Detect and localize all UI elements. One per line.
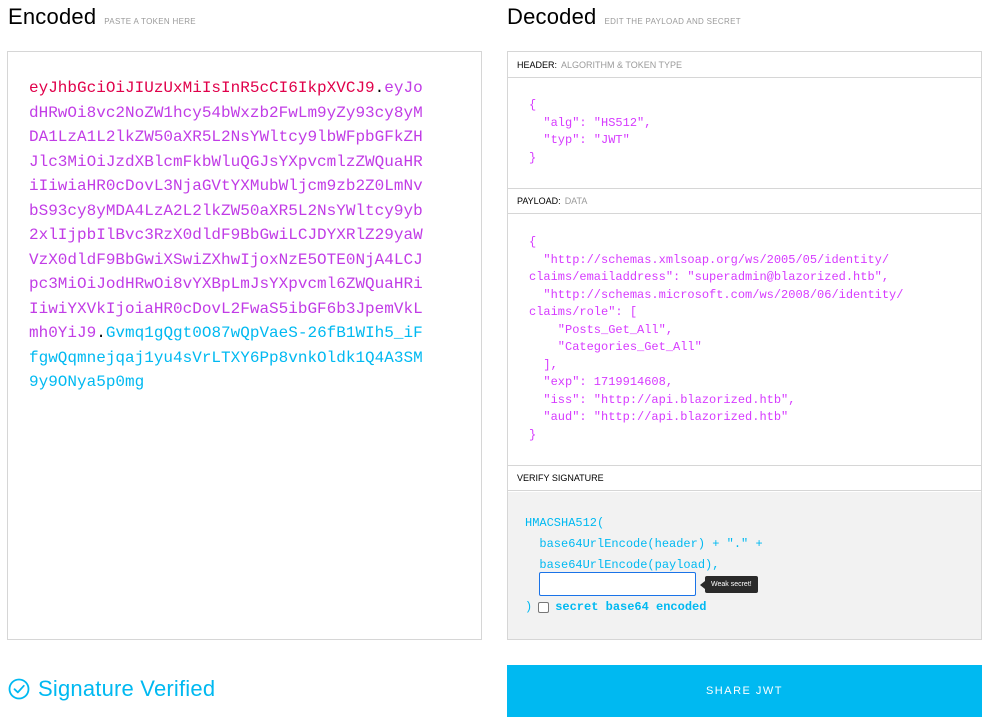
decoded-title: Decoded [507, 4, 597, 29]
base64-label: secret base64 encoded [555, 600, 707, 614]
token-dot: . [96, 324, 106, 342]
verify-section-label: VERIFY SIGNATURE [517, 473, 604, 483]
token-dot: . [374, 79, 385, 97]
encoded-token-editor[interactable]: eyJhbGciOiJIUzUxMiIsInR5cCI6IkpXVCJ9.eyJ… [7, 51, 482, 640]
verify-signature-area: HMACSHA512( base64UrlEncode(header) + ".… [508, 492, 981, 639]
check-circle-icon [8, 678, 30, 700]
encoded-title: Encoded [8, 4, 97, 29]
signature-status-text: Signature Verified [38, 676, 216, 701]
secret-input[interactable] [539, 572, 696, 596]
decoded-title-row: Decoded EDIT THE PAYLOAD AND SECRET [507, 4, 741, 30]
encoded-token-text[interactable]: eyJhbGciOiJIUzUxMiIsInR5cCI6IkpXVCJ9.eyJ… [29, 76, 429, 395]
encoded-title-row: Encoded PASTE A TOKEN HERE [8, 4, 196, 30]
payload-section-sub: DATA [564, 196, 588, 206]
base64-checkbox[interactable] [538, 601, 550, 613]
payload-section-label: PAYLOAD: [517, 196, 561, 206]
token-payload-part: eyJodHRwOi8vc2NoZW1hcy54bWxzb2FwLm9yZy93… [29, 79, 423, 342]
verify-section-heading: VERIFY SIGNATURE [508, 465, 981, 491]
signature-status: Signature Verified [8, 676, 215, 702]
header-section-sub: ALGORITHM & TOKEN TYPE [561, 59, 683, 70]
payload-section-heading: PAYLOAD: DATA [508, 188, 981, 214]
verify-close-line: ) secret base64 encoded [525, 600, 706, 614]
header-json-editor[interactable]: { "alg": "HS512", "typ": "JWT" } [529, 97, 651, 167]
weak-secret-tooltip: Weak secret! [700, 576, 758, 593]
close-paren: ) [525, 600, 533, 614]
decoded-panel: HEADER: ALGORITHM & TOKEN TYPE { "alg": … [507, 51, 982, 640]
share-jwt-button[interactable]: SHARE JWT [507, 665, 982, 717]
decoded-subtitle: EDIT THE PAYLOAD AND SECRET [604, 17, 741, 26]
encoded-subtitle: PASTE A TOKEN HERE [104, 17, 196, 26]
payload-json-editor[interactable]: { "http://schemas.xmlsoap.org/ws/2005/05… [529, 234, 903, 444]
header-section-heading: HEADER: ALGORITHM & TOKEN TYPE [508, 52, 981, 78]
verify-code: HMACSHA512( base64UrlEncode(header) + ".… [525, 516, 763, 572]
header-section-label: HEADER: [517, 59, 558, 70]
token-header-part: eyJhbGciOiJIUzUxMiIsInR5cCI6IkpXVCJ9 [29, 79, 375, 97]
